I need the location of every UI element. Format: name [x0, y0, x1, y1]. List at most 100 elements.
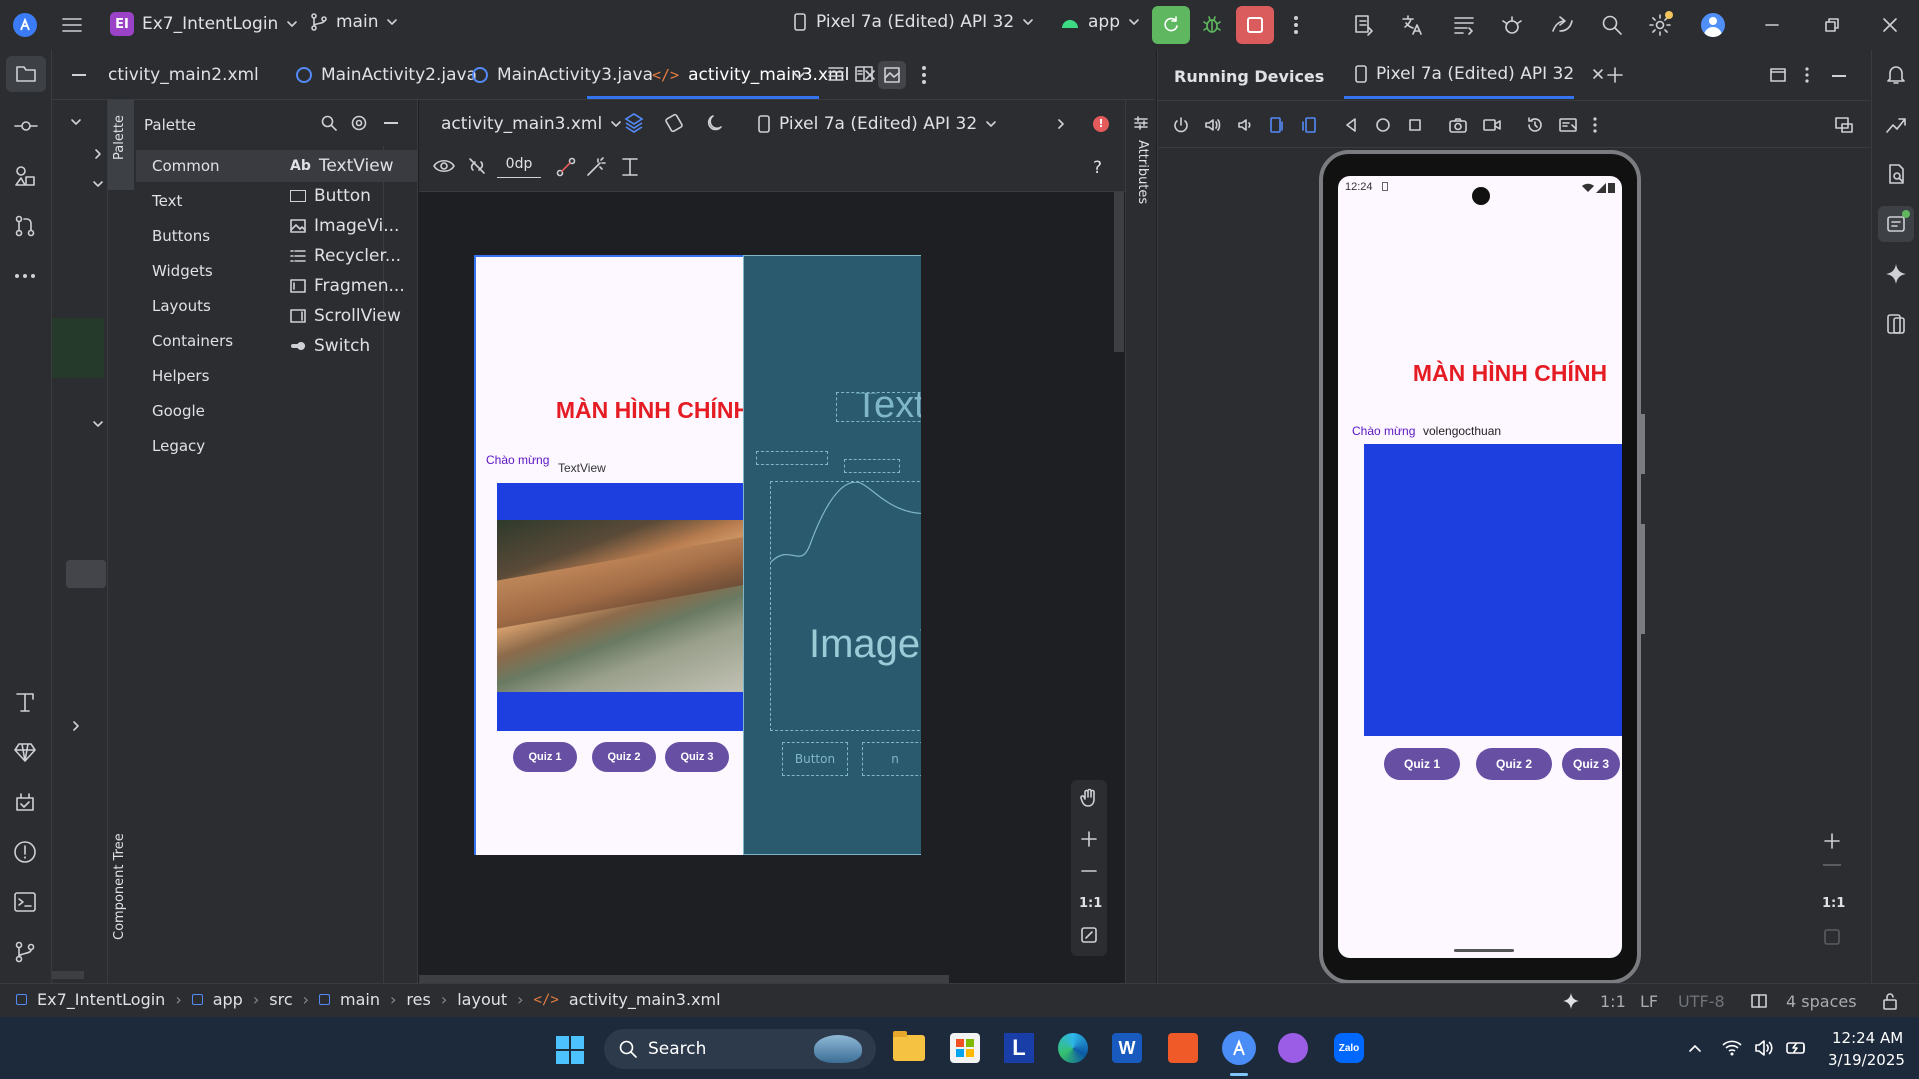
layout-file-selector[interactable]: activity_main3.xml [441, 114, 622, 134]
palette-item-recyclerview[interactable]: Recycler... [290, 246, 401, 266]
status-encoding[interactable]: UTF-8 [1678, 992, 1725, 1011]
add-device-icon[interactable] [1606, 66, 1624, 84]
design-preview-screen[interactable]: MÀN HÌNH CHÍNH Chào mừng TextView Quiz 1… [474, 255, 779, 855]
version-control-icon[interactable] [13, 940, 37, 964]
maximize-panel-icon[interactable] [1770, 68, 1786, 82]
device-zoom-actual[interactable]: 1:1 [1822, 896, 1845, 911]
notifications-icon[interactable] [1884, 62, 1908, 86]
category-buttons[interactable]: Buttons [152, 227, 210, 245]
chevron-down-icon[interactable] [92, 418, 104, 430]
category-layouts[interactable]: Layouts [152, 297, 211, 315]
apply-changes-button[interactable] [1152, 6, 1190, 44]
night-mode-icon[interactable] [705, 112, 727, 134]
component-tree-side-tab[interactable]: Component Tree [108, 820, 134, 990]
battery-charging-icon[interactable] [1786, 1039, 1808, 1057]
palette-search-icon[interactable] [320, 114, 338, 132]
preview-quiz3-button[interactable]: Quiz 3 [665, 742, 729, 772]
zoom-out-icon[interactable] [1080, 862, 1098, 880]
design-surface-icon[interactable] [623, 112, 645, 134]
infer-constraints-icon[interactable] [585, 156, 607, 178]
volume-down-icon[interactable] [1236, 116, 1254, 134]
logcat-icon[interactable] [1452, 13, 1476, 37]
preview-quiz2-button[interactable]: Quiz 2 [592, 742, 656, 772]
preview-quiz1-button[interactable]: Quiz 1 [513, 742, 577, 772]
palette-side-tab[interactable]: Palette [108, 100, 134, 190]
zoom-in-icon[interactable] [1080, 830, 1098, 848]
category-widgets[interactable]: Widgets [152, 262, 213, 280]
view-options-icon[interactable] [433, 158, 455, 174]
device-zoom-fit-icon[interactable] [1823, 928, 1841, 946]
palette-item-fragment[interactable]: Fragmen... [290, 276, 405, 296]
more-actions-icon[interactable] [1292, 13, 1300, 37]
debug-icon[interactable] [1200, 12, 1224, 36]
design-view-icon[interactable] [878, 61, 906, 89]
breadcrumb-file[interactable]: activity_main3.xml [569, 990, 721, 1009]
hide-panel-icon[interactable] [1832, 75, 1846, 77]
error-badge-icon[interactable]: ! [1093, 116, 1109, 132]
terminal-icon[interactable] [13, 890, 37, 914]
read-only-icon[interactable] [1750, 992, 1768, 1010]
build-variants-icon[interactable] [13, 690, 37, 714]
chevron-right-icon[interactable] [1055, 118, 1067, 130]
status-line-separator[interactable]: LF [1640, 992, 1658, 1011]
foxit-reader-icon[interactable] [1168, 1033, 1198, 1063]
breadcrumb-res[interactable]: res [406, 990, 430, 1009]
breadcrumb-layout[interactable]: layout [457, 990, 507, 1009]
running-devices-tool-icon[interactable] [1878, 206, 1914, 242]
extended-controls-icon[interactable] [1558, 116, 1578, 134]
guidelines-icon[interactable] [619, 156, 641, 178]
design-vertical-scrollbar[interactable] [1114, 192, 1124, 352]
edge-browser-icon[interactable] [1058, 1033, 1088, 1063]
category-legacy[interactable]: Legacy [152, 437, 205, 455]
device-more-icon[interactable] [1592, 116, 1598, 134]
github-icon[interactable] [1278, 1033, 1308, 1063]
gesture-nav-bar[interactable] [1454, 949, 1514, 952]
category-helpers[interactable]: Helpers [152, 367, 209, 385]
blueprint-screen[interactable]: TextV ImageV Button n [743, 255, 921, 855]
device-explorer-icon[interactable] [1884, 312, 1908, 336]
tab-mainactivity2[interactable]: MainActivity2.java [296, 50, 477, 100]
attributes-side-tab[interactable]: Attributes [1125, 100, 1156, 983]
code-view-icon[interactable] [826, 64, 846, 84]
chevron-up-icon[interactable] [1688, 1041, 1702, 1055]
search-icon[interactable] [1600, 13, 1624, 37]
wifi-icon[interactable] [1722, 1039, 1742, 1057]
tab-more-icon[interactable] [920, 64, 928, 86]
problems-icon[interactable] [13, 840, 37, 864]
tab-mainactivity3[interactable]: MainActivity3.java [472, 50, 653, 100]
commit-icon[interactable] [13, 114, 39, 138]
device-zoom-out-icon[interactable] [1823, 864, 1841, 866]
panel-more-icon[interactable] [1804, 66, 1810, 84]
close-tab-icon[interactable] [1592, 68, 1604, 80]
device-zoom-in-icon[interactable] [1823, 832, 1841, 850]
resource-manager-icon[interactable] [13, 164, 37, 188]
palette-item-textview[interactable]: Ab TextView [290, 156, 394, 176]
translate-icon[interactable] [1400, 13, 1424, 37]
preview-greeting[interactable]: Chào mừng [486, 453, 549, 467]
project-selector[interactable]: EI Ex7_IntentLogin [110, 12, 298, 36]
screenshot-icon[interactable] [1448, 116, 1468, 134]
run-config-selector[interactable]: app [1060, 12, 1140, 32]
windows-start-icon[interactable] [556, 1036, 584, 1064]
palette-item-imageview[interactable]: ImageVi... [290, 216, 399, 236]
autoconnect-off-icon[interactable] [467, 156, 487, 176]
palette-settings-icon[interactable] [350, 114, 368, 132]
pull-requests-icon[interactable] [13, 214, 37, 238]
taskbar-search-box[interactable]: Search [604, 1029, 876, 1069]
lock-icon[interactable] [1882, 992, 1898, 1010]
overview-icon[interactable] [1406, 116, 1424, 134]
status-indent[interactable]: 4 spaces [1786, 992, 1857, 1011]
split-view-icon[interactable] [854, 64, 874, 84]
snapshot-icon[interactable] [1526, 116, 1544, 134]
zoom-fit-icon[interactable] [1080, 926, 1098, 944]
breadcrumb-project[interactable]: Ex7_IntentLogin [37, 990, 165, 1009]
app-quality-icon[interactable] [13, 790, 37, 814]
clear-constraints-icon[interactable] [555, 156, 577, 178]
settings-gear-icon[interactable] [1648, 11, 1673, 37]
palette-item-scrollview[interactable]: ScrollView [290, 306, 401, 326]
screen-record-icon[interactable] [1482, 116, 1502, 134]
ai-assist-icon[interactable] [1562, 992, 1580, 1010]
breadcrumb-app[interactable]: app [213, 990, 243, 1009]
orientation-icon[interactable] [663, 112, 685, 134]
file-explorer-icon[interactable] [893, 1031, 925, 1061]
